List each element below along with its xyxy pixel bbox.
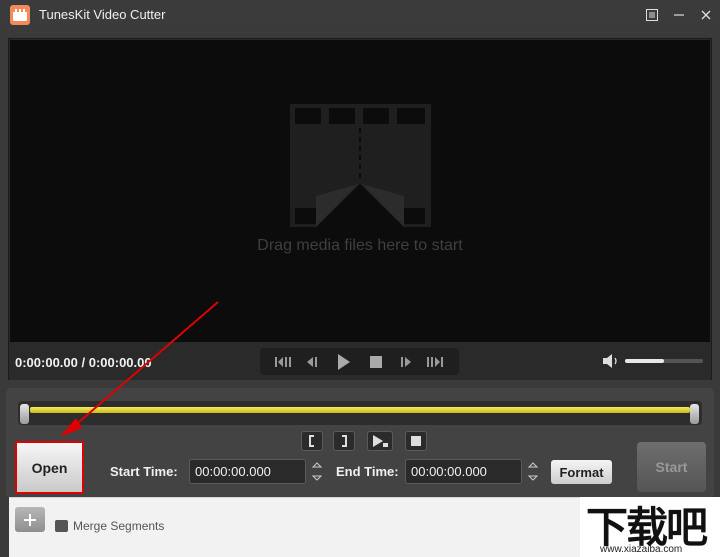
timeline-track[interactable] (18, 401, 702, 425)
step-forward-icon[interactable] (394, 352, 418, 372)
tuneskit-logo-icon (10, 5, 30, 25)
stop-icon[interactable] (364, 352, 388, 372)
start-time-label: Start Time: (110, 464, 178, 479)
plus-icon[interactable] (15, 507, 45, 532)
merge-segments-checkbox[interactable] (55, 520, 68, 532)
segment-stop-icon[interactable] (405, 431, 427, 451)
timeline-selection[interactable] (30, 407, 690, 413)
play-icon[interactable] (332, 352, 356, 372)
start-time-input[interactable]: 00:00:00.000 (189, 459, 306, 484)
timeline-end-handle[interactable] (690, 404, 699, 424)
volume-icon[interactable] (602, 353, 622, 369)
volume-level (625, 359, 664, 363)
drop-hint: Drag media files here to start (257, 237, 463, 254)
end-time-input[interactable]: 00:00:00.000 (405, 459, 522, 484)
end-time-label: End Time: (336, 464, 399, 479)
mark-end-icon[interactable] (333, 431, 355, 451)
start-button[interactable]: Start (637, 442, 706, 492)
watermark-url: www.xiazaiba.com (600, 544, 683, 555)
close-icon[interactable] (694, 3, 718, 27)
format-button[interactable]: Format (551, 460, 612, 484)
window-title: TunesKit Video Cutter (39, 7, 166, 22)
title-bar: TunesKit Video Cutter (0, 0, 720, 30)
menu-icon[interactable] (640, 3, 664, 27)
timeline-start-handle[interactable] (20, 404, 29, 424)
start-time-spinner[interactable] (310, 459, 324, 484)
mark-start-icon[interactable] (301, 431, 323, 451)
open-button[interactable]: Open (15, 441, 84, 494)
play-segment-icon[interactable] (367, 431, 393, 451)
end-time-spinner[interactable] (526, 459, 540, 484)
merge-segments-label: Merge Segments (73, 519, 165, 533)
timecode: 0:00:00.00 / 0:00:00.00 (15, 355, 152, 370)
prev-clip-icon[interactable] (272, 352, 296, 372)
next-clip-icon[interactable] (422, 352, 446, 372)
transport-controls (260, 348, 459, 375)
minimize-icon[interactable] (667, 3, 691, 27)
step-back-icon[interactable] (300, 352, 324, 372)
film-placeholder-icon (290, 104, 431, 227)
